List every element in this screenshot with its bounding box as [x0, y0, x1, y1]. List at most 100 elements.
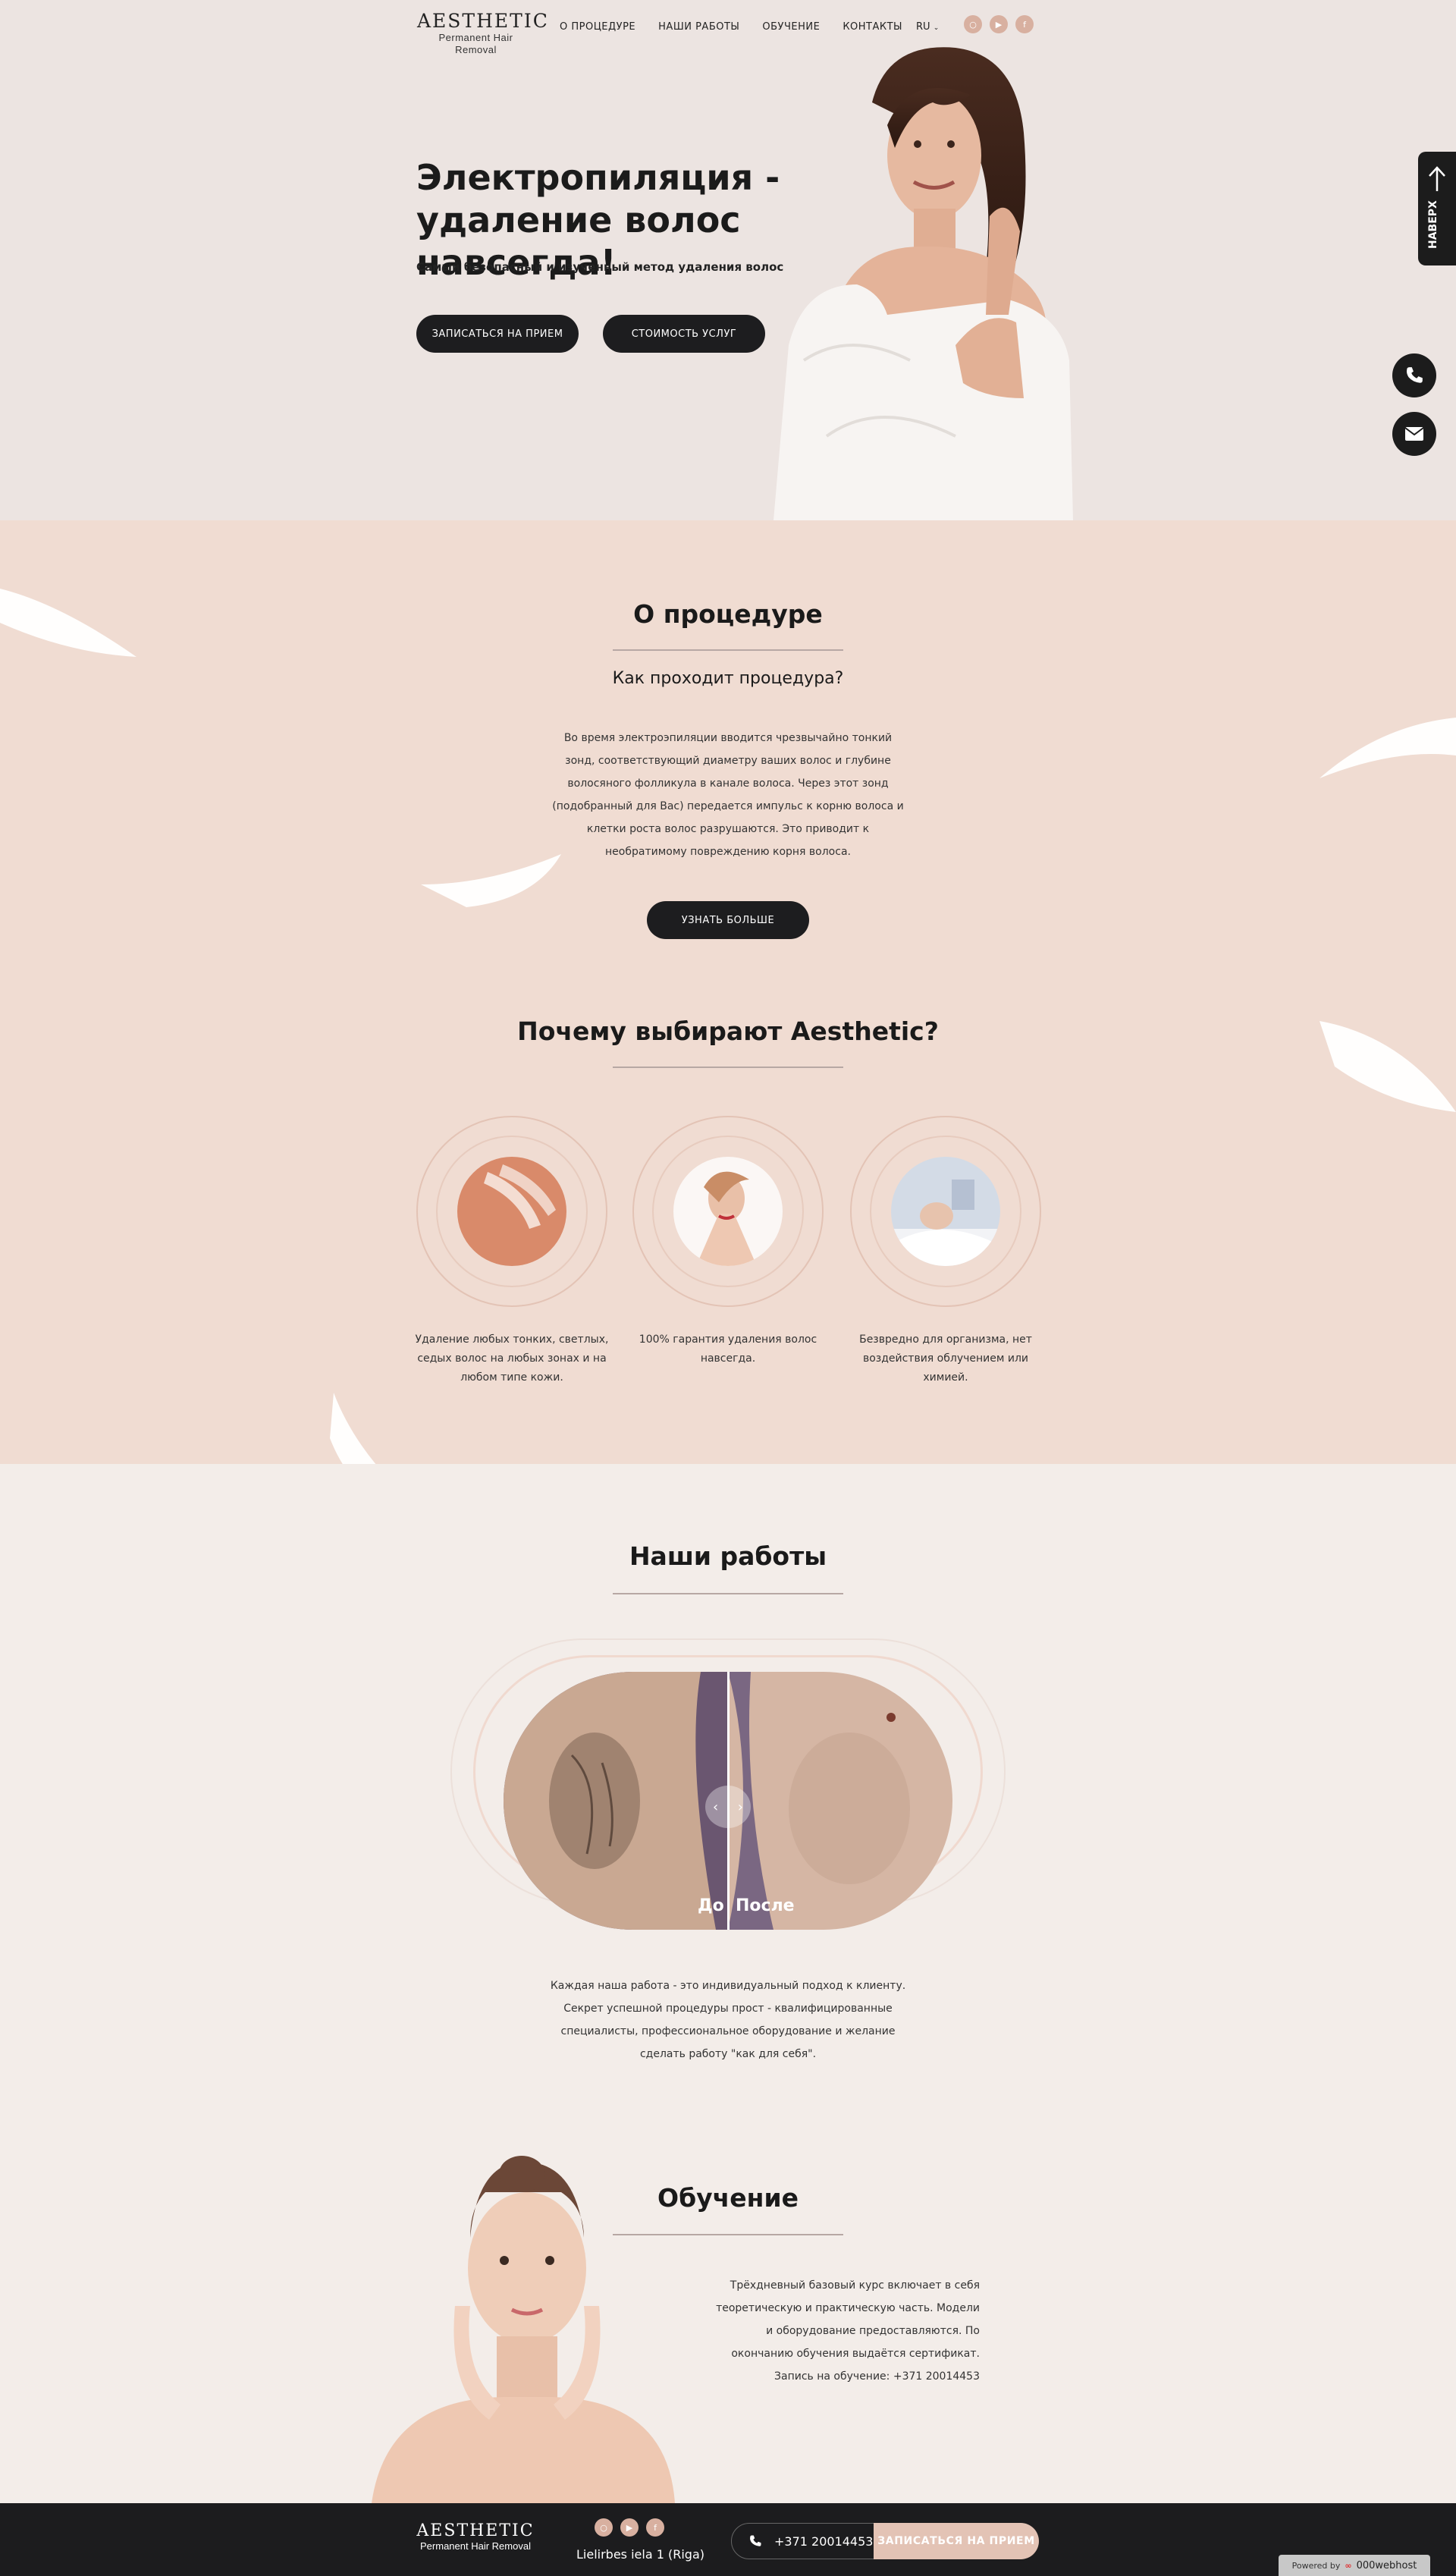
phone-icon — [750, 2535, 761, 2546]
webhost-logo-icon: ∞ — [1345, 2560, 1352, 2571]
footer: AESTHETIC Permanent Hair Removal ○ ▶ f L… — [0, 2503, 1456, 2576]
about-text: Во время электроэпиляции вводится чрезвы… — [531, 727, 925, 863]
works-text-line: специалисты, профессиональное оборудован… — [560, 2025, 896, 2037]
mail-button[interactable] — [1392, 412, 1436, 456]
training-text-line: теоретическую и практическую часть. Моде… — [716, 2302, 980, 2314]
footer-logo[interactable]: AESTHETIC Permanent Hair Removal — [416, 2521, 535, 2552]
feather-decoration — [330, 1393, 376, 1464]
header-social: ○ ▶ f — [964, 15, 1034, 33]
footer-phone-link[interactable]: +371 20014453 — [731, 2523, 875, 2559]
before-image — [504, 1672, 728, 1930]
before-after-slider[interactable]: До После ‹ › — [504, 1672, 952, 1930]
works-text-line: Каждая наша работа - это индивидуальный … — [550, 1980, 906, 1992]
book-button[interactable]: ЗАПИСАТЬСЯ НА ПРИЕМ — [416, 315, 579, 353]
works-title: Наши работы — [629, 1541, 827, 1571]
logo[interactable]: AESTHETIC Permanent Hair Removal — [417, 10, 549, 56]
hero-woman-image — [774, 47, 1073, 520]
about-text-line: клетки роста волос разрушаются. Это прив… — [586, 823, 870, 835]
to-top-label: НАВЕРХ — [1427, 200, 1439, 249]
divider — [613, 2234, 843, 2235]
facebook-icon[interactable]: f — [646, 2518, 664, 2537]
nav-item-about[interactable]: О ПРОЦЕДУРЕ — [560, 21, 635, 33]
feature-image-procedure — [891, 1157, 1000, 1266]
call-button[interactable] — [1392, 353, 1436, 397]
powered-by-badge[interactable]: Powered by ∞ 000webhost — [1279, 2555, 1430, 2576]
powered-by-brand: 000webhost — [1356, 2559, 1417, 2571]
feature-text-line: Удаление любых тонких, светлых, — [415, 1334, 609, 1346]
prices-button[interactable]: СТОИМОСТЬ УСЛУГ — [603, 315, 765, 353]
footer-address: Lielirbes iela 1 (Riga) — [576, 2547, 704, 2562]
logo-brand: AESTHETIC — [417, 10, 549, 32]
why-title: Почему выбирают Aesthetic? — [517, 1016, 939, 1046]
about-text-line: (подобранный для Вас) передается импульс… — [552, 800, 904, 812]
feather-decoration — [1320, 718, 1456, 778]
feature-text-line: любом типе кожи. — [460, 1371, 563, 1384]
about-text-line: зонд, соответствующий диаметру ваших вол… — [565, 755, 891, 767]
learn-more-button[interactable]: УЗНАТЬ БОЛЬШЕ — [647, 901, 809, 939]
feature-circle-1 — [416, 1116, 607, 1307]
about-subtitle: Как проходит процедура? — [612, 669, 844, 688]
after-label: После — [736, 1896, 795, 1915]
powered-by-label: Powered by — [1291, 2560, 1341, 2571]
hero-section: AESTHETIC Permanent Hair Removal О ПРОЦЕ… — [0, 0, 1456, 520]
feature-image-skin — [457, 1157, 566, 1266]
chevron-left-icon: ‹ — [713, 1798, 719, 1815]
divider — [613, 1593, 843, 1594]
footer-logo-subtitle: Permanent Hair Removal — [420, 2540, 531, 2552]
feature-text-line: 100% гарантия удаления волос — [639, 1334, 817, 1346]
feature-text-line: химией. — [923, 1371, 968, 1384]
nav-item-contacts[interactable]: КОНТАКТЫ — [843, 21, 902, 33]
logo-subtitle: Permanent Hair Removal — [438, 32, 513, 55]
training-text: Трёхдневный базовый курс включает в себя… — [682, 2274, 980, 2388]
feature-text-line: навсегда. — [700, 1352, 756, 1365]
works-section: Наши работы До После ‹ › Каждая наша раб… — [0, 1464, 1456, 2503]
about-text-line: Во время электроэпиляции вводится чрезвы… — [563, 732, 893, 744]
language-selector[interactable]: RU ⌄ — [916, 21, 939, 33]
feature-text-line: седых волос на любых зонах и на — [417, 1352, 607, 1365]
feather-decoration — [421, 854, 561, 907]
main-nav: О ПРОЦЕДУРЕ НАШИ РАБОТЫ ОБУЧЕНИЕ КОНТАКТ… — [560, 21, 902, 33]
chevron-right-icon: › — [737, 1798, 743, 1815]
works-text-line: сделать работу "как для себя". — [639, 2048, 817, 2060]
language-label: RU — [916, 21, 930, 33]
nav-item-training[interactable]: ОБУЧЕНИЕ — [762, 21, 820, 33]
instagram-icon[interactable]: ○ — [595, 2518, 613, 2537]
feature-text-3: Безвредно для организма, нет воздействия… — [847, 1330, 1044, 1387]
footer-phone-number: +371 20014453 — [774, 2534, 874, 2549]
arrow-up-icon — [1429, 166, 1445, 191]
about-title: О процедуре — [633, 599, 823, 629]
youtube-icon[interactable]: ▶ — [990, 15, 1008, 33]
training-text-line: Запись на обучение: +371 20014453 — [774, 2370, 980, 2383]
about-section: О процедуре Как проходит процедура? Во в… — [0, 520, 1456, 1464]
feature-image-woman — [673, 1157, 783, 1266]
footer-social: ○ ▶ f — [595, 2518, 664, 2537]
feature-circle-2 — [632, 1116, 824, 1307]
training-text-line: Трёхдневный базовый курс включает в себя — [730, 2279, 980, 2292]
divider — [613, 649, 843, 651]
slider-handle[interactable]: ‹ › — [705, 1786, 751, 1828]
works-text: Каждая наша работа - это индивидуальный … — [531, 1974, 925, 2066]
divider — [613, 1067, 843, 1068]
nav-item-works[interactable]: НАШИ РАБОТЫ — [658, 21, 739, 33]
to-top-button[interactable]: НАВЕРХ — [1418, 152, 1456, 265]
youtube-icon[interactable]: ▶ — [620, 2518, 639, 2537]
hero-subtitle: Самый безопасный и изученный метод удале… — [416, 260, 784, 274]
about-text-line: волосяного фолликула в канале волоса. Че… — [567, 778, 889, 790]
feature-text-line: Безвредно для организма, нет — [859, 1334, 1032, 1346]
before-label: До — [698, 1896, 724, 1915]
feature-text-1: Удаление любых тонких, светлых, седых во… — [413, 1330, 610, 1387]
phone-icon — [1406, 367, 1423, 383]
training-text-line: окончанию обучения выдаётся сертификат. — [731, 2348, 980, 2360]
footer-book-button[interactable]: ЗАПИСАТЬСЯ НА ПРИЕМ — [874, 2523, 1039, 2559]
footer-logo-brand: AESTHETIC — [416, 2521, 535, 2540]
feature-circle-3 — [850, 1116, 1041, 1307]
feature-text-line: воздействия облучением или — [862, 1352, 1029, 1365]
facebook-icon[interactable]: f — [1015, 15, 1034, 33]
training-title: Обучение — [657, 2183, 799, 2213]
training-text-line: и оборудование предоставляются. По — [766, 2325, 980, 2337]
works-text-line: Секрет успешной процедуры прост - квалиф… — [563, 2003, 893, 2015]
mail-icon — [1404, 427, 1424, 441]
after-image — [728, 1672, 952, 1930]
feature-text-2: 100% гарантия удаления волос навсегда. — [629, 1330, 827, 1368]
instagram-icon[interactable]: ○ — [964, 15, 982, 33]
